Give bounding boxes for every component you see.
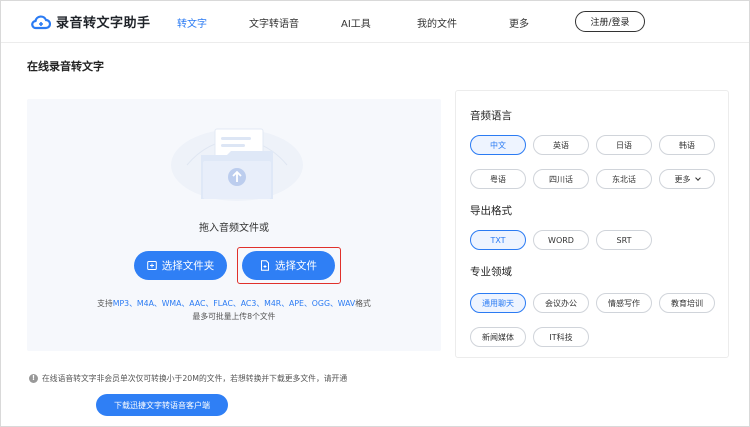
nav-item-my-files[interactable]: 我的文件 [417, 15, 457, 30]
chevron-down-icon [694, 174, 701, 181]
upload-dropzone[interactable]: 拖入音频文件或 选择文件夹 选择文件 支持MP3、M4A、WMA、AAC、FLA… [27, 99, 441, 351]
download-client-button[interactable]: 下载迅捷文字转语音客户端 [96, 394, 228, 416]
file-icon [261, 260, 269, 271]
page-title: 在线录音转文字 [27, 60, 104, 73]
domain-option-education[interactable]: 教育培训 [659, 293, 715, 313]
supported-formats-text: 支持MP3、M4A、WMA、AAC、FLAC、AC3、M4R、APE、OGG、W… [27, 298, 441, 309]
drop-hint-text: 拖入音频文件或 [199, 223, 269, 234]
app-logo[interactable]: 录音转文字助手 [31, 12, 151, 31]
formats-list: MP3、M4A、WMA、AAC、FLAC、AC3、M4R、APE、OGG、WAV [112, 299, 356, 308]
select-folder-label: 选择文件夹 [161, 260, 215, 272]
format-option-txt[interactable]: TXT [470, 230, 526, 250]
lang-option-korean[interactable]: 韩语 [659, 135, 715, 155]
app-title: 录音转文字助手 [56, 16, 151, 31]
top-header: 录音转文字助手 转文字 文字转语音 AI工具 我的文件 更多 注册/登录 [1, 1, 749, 43]
folder-icon [146, 261, 157, 270]
lang-more-label: 更多 [674, 174, 691, 184]
lang-option-english[interactable]: 英语 [533, 135, 589, 155]
lang-option-sichuanese[interactable]: 四川话 [533, 169, 589, 189]
formats-prefix: 支持 [97, 299, 113, 308]
domain-option-it-tech[interactable]: IT科技 [533, 327, 589, 347]
domain-option-news-media[interactable]: 新闻媒体 [470, 327, 526, 347]
membership-notice: ! 在线语音转文字非会员单次仅可转换小于20M的文件，若想转换并下载更多文件，请… [29, 373, 347, 384]
settings-panel: 音频语言 中文 英语 日语 韩语 粤语 四川话 东北话 更多 导出格式 TXT … [455, 90, 729, 358]
nav-item-more[interactable]: 更多 [509, 15, 529, 30]
domain-option-emotional-writing[interactable]: 情感写作 [596, 293, 652, 313]
select-folder-button[interactable]: 选择文件夹 [134, 251, 227, 280]
format-option-srt[interactable]: SRT [596, 230, 652, 250]
nav-item-to-text[interactable]: 转文字 [177, 15, 207, 30]
info-icon: ! [29, 374, 38, 383]
lang-more-dropdown[interactable]: 更多 [659, 169, 715, 189]
domain-option-general-chat[interactable]: 通用聊天 [470, 293, 526, 313]
lang-option-cantonese[interactable]: 粤语 [470, 169, 526, 189]
format-option-word[interactable]: WORD [533, 230, 589, 250]
login-button[interactable]: 注册/登录 [575, 11, 645, 32]
domain-option-meeting[interactable]: 会议办公 [533, 293, 589, 313]
upload-folder-illustration [171, 128, 303, 201]
select-file-button[interactable]: 选择文件 [242, 251, 335, 280]
audio-language-title: 音频语言 [470, 110, 512, 122]
select-file-label: 选择文件 [275, 260, 317, 272]
lang-option-northeastern[interactable]: 东北话 [596, 169, 652, 189]
lang-option-japanese[interactable]: 日语 [596, 135, 652, 155]
lang-option-chinese[interactable]: 中文 [470, 135, 526, 155]
formats-suffix: 格式 [355, 299, 371, 308]
professional-domain-title: 专业领域 [470, 266, 512, 278]
nav-item-ai-tools[interactable]: AI工具 [341, 15, 371, 30]
notice-text: 在线语音转文字非会员单次仅可转换小于20M的文件，若想转换并下载更多文件，请开通 [42, 374, 348, 383]
export-format-title: 导出格式 [470, 205, 512, 217]
nav-item-text-to-speech[interactable]: 文字转语音 [249, 15, 299, 30]
cloud-logo-icon [31, 14, 51, 29]
upload-limit-text: 最多可批量上传8个文件 [192, 312, 276, 321]
